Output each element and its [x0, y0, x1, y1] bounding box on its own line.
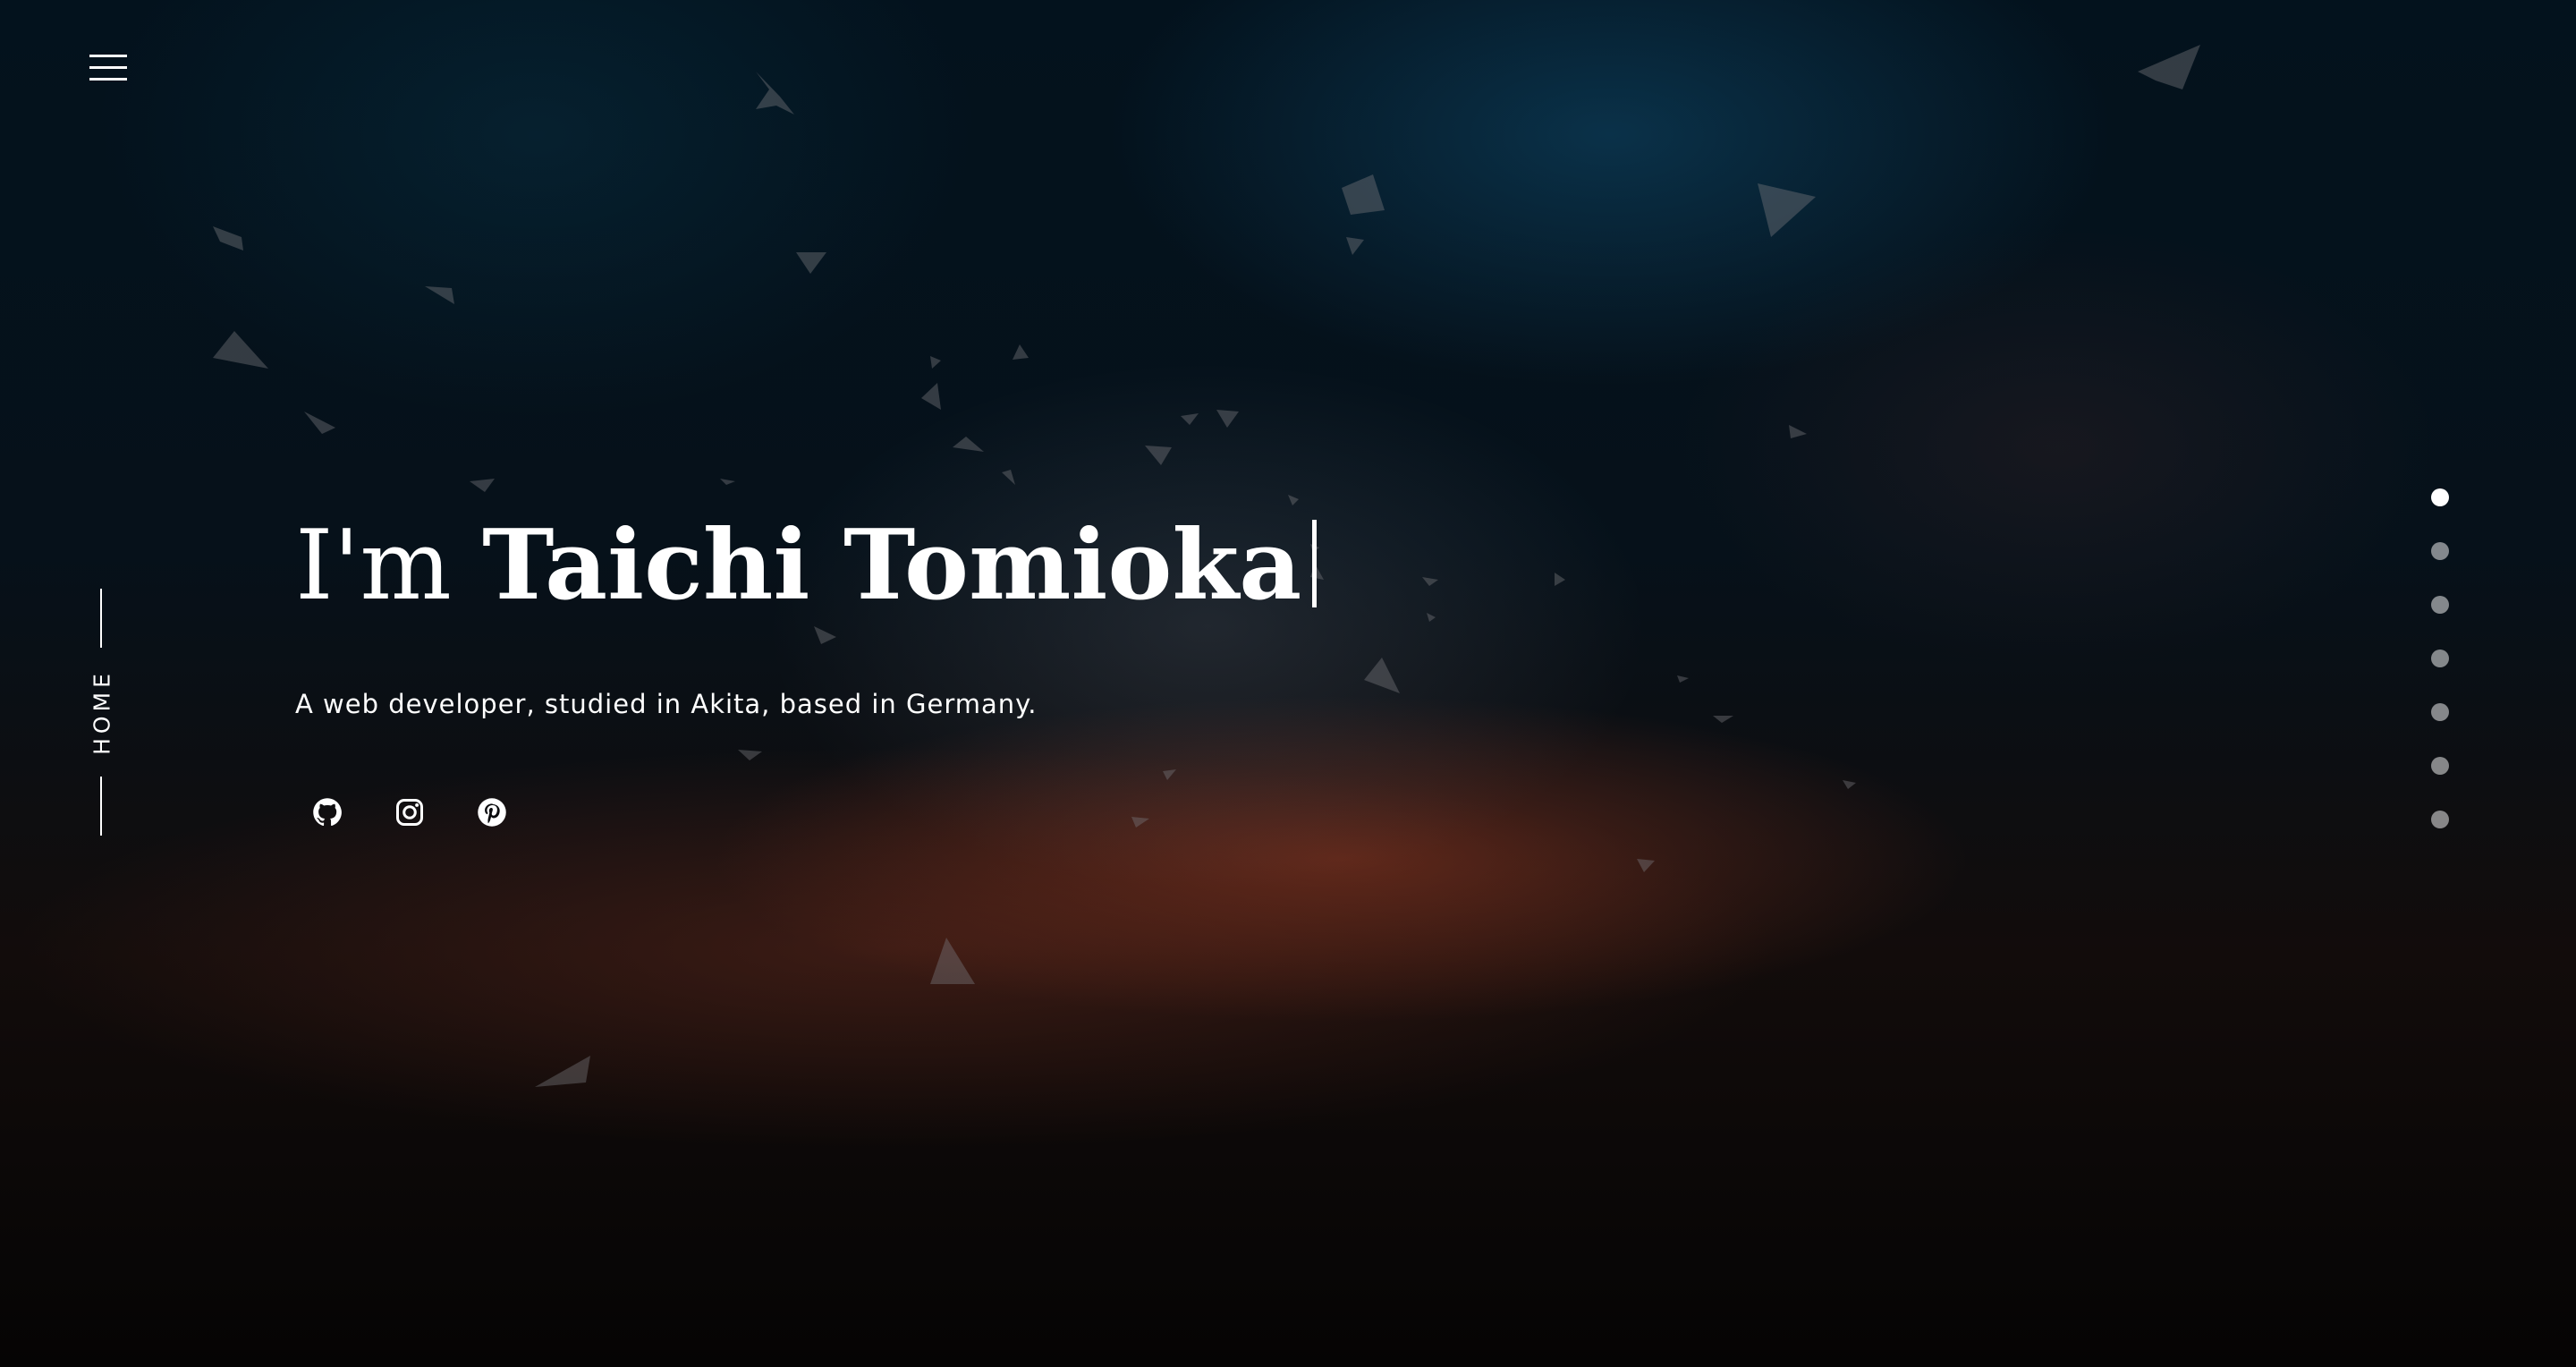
menu-bar	[89, 78, 127, 81]
menu-bar	[89, 55, 127, 57]
section-dot-4[interactable]	[2431, 650, 2449, 667]
hero-title: I'm Taichi Tomioka	[295, 503, 1318, 629]
section-indicator-line-bottom	[100, 777, 102, 836]
section-dot-2[interactable]	[2431, 542, 2449, 560]
pinterest-link[interactable]	[476, 796, 508, 828]
typing-cursor	[1312, 520, 1318, 607]
section-indicator-label: HOME	[89, 669, 115, 755]
floating-shards-decoration	[213, 45, 2200, 1087]
section-dot-6[interactable]	[2431, 757, 2449, 775]
hero-name: Taichi Tomioka	[482, 509, 1302, 622]
instagram-link[interactable]	[394, 796, 426, 828]
github-icon	[313, 798, 342, 827]
section-dot-5[interactable]	[2431, 703, 2449, 721]
hero-subtitle: A web developer, studied in Akita, based…	[295, 689, 1038, 719]
hamburger-menu-icon[interactable]	[86, 50, 132, 89]
hero-greeting: I'm	[295, 510, 452, 622]
menu-bar	[89, 66, 127, 69]
section-dot-3[interactable]	[2431, 596, 2449, 614]
section-indicator: HOME	[82, 589, 122, 836]
section-dot-1[interactable]	[2431, 488, 2449, 506]
section-indicator-line-top	[100, 589, 102, 648]
section-dot-7[interactable]	[2431, 811, 2449, 828]
github-link[interactable]	[311, 796, 343, 828]
section-navigation-dots	[2431, 488, 2453, 864]
instagram-icon	[396, 799, 423, 826]
pinterest-icon	[478, 798, 506, 827]
social-links	[311, 796, 508, 828]
